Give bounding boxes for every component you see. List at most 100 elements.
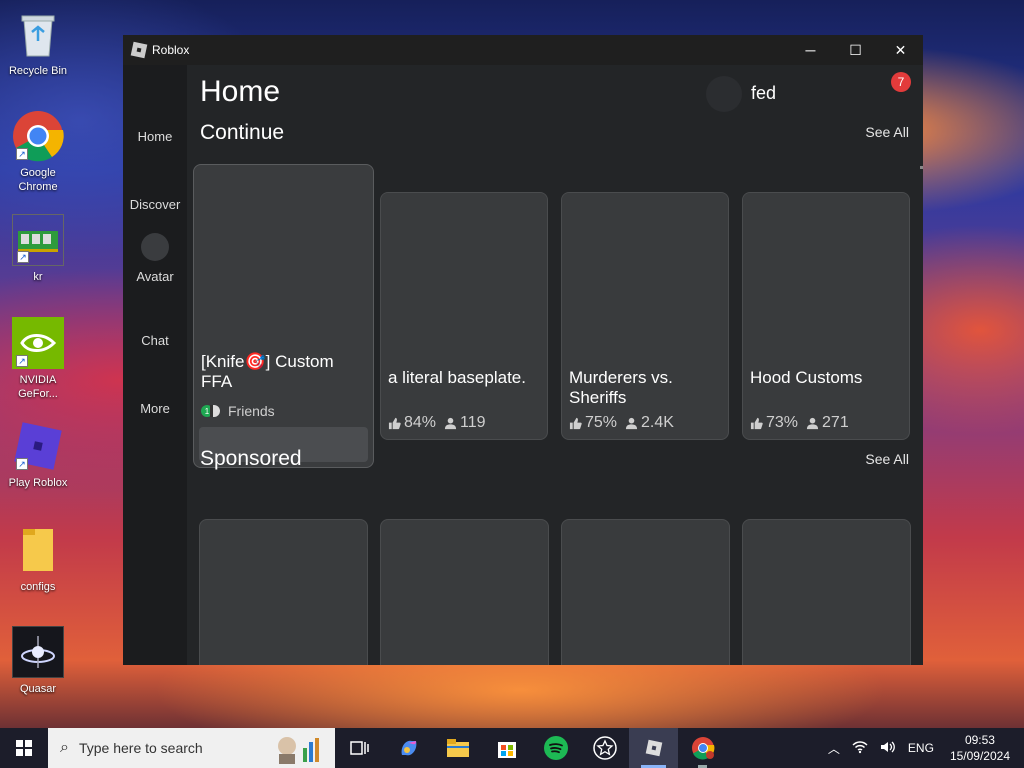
desktop-icon-label: kr [33,271,43,283]
game-card[interactable]: Hood Customs 73% 271 [742,192,910,440]
search-placeholder: Type here to search [78,740,203,756]
notification-badge[interactable]: 7 [891,72,911,92]
friends-label: Friends [228,403,275,419]
minimize-button[interactable]: ─ [788,35,833,65]
user-avatar[interactable] [706,76,742,112]
shortcut-arrow-icon: ↗ [16,355,28,367]
windows-logo-icon [16,740,32,756]
game-rating: 75% [585,414,618,431]
scrollbar[interactable] [920,166,923,169]
sponsored-card[interactable] [742,519,911,665]
taskbar: ⌕ Type here to search ︿ ENG 09:53 15/09/… [0,728,1024,768]
desktop-icon-label: NVIDIA GeFor... [18,374,58,400]
nvidia-icon: ↗ [12,317,64,369]
sidebar-item-home[interactable]: Home [123,129,187,144]
quasar-icon [12,626,64,678]
recycle-bin-icon [12,8,64,60]
see-all-continue-link[interactable]: See All [865,124,909,140]
roblox-icon [645,739,662,757]
sponsored-card[interactable] [199,519,368,665]
sponsored-card[interactable] [380,519,549,665]
desktop-icon-kr[interactable]: ↗ kr [4,214,72,284]
start-button[interactable] [0,728,48,768]
desktop-icon-label: Google Chrome [18,167,58,193]
clock[interactable]: 09:53 15/09/2024 [950,732,1010,764]
microsoft-store-button[interactable] [482,728,531,768]
window-title: Roblox [152,43,190,57]
game-card[interactable]: Murderers vs. Sheriffs 75% 2.4K [561,192,729,440]
sponsored-card[interactable] [561,519,730,665]
roblox-icon: ↗ [12,420,64,472]
favorites-app-button[interactable] [580,728,629,768]
chrome-icon [691,737,714,760]
game-stats: 75% 2.4K [569,414,674,432]
game-title: Murderers vs. Sheriffs [569,368,673,407]
game-player-count: 271 [822,414,849,431]
game-card-featured[interactable]: [Knife🎯] Custom FFA 1 Friends [193,164,374,468]
maximize-button[interactable]: ☐ [833,35,878,65]
store-icon [497,742,516,758]
page-title: Home [200,75,281,108]
desktop-icon-play-roblox[interactable]: ↗ Play Roblox [4,420,72,490]
sidebar-item-label: More [140,401,170,416]
spotify-button[interactable] [531,728,580,768]
roblox-app-icon [130,41,148,59]
game-player-count: 119 [460,414,486,431]
game-player-count: 2.4K [641,414,674,431]
shortcut-arrow-icon: ↗ [16,458,28,470]
chevron-up-icon[interactable]: ︿ [828,740,840,757]
spotify-icon [543,736,568,760]
copilot-button[interactable] [384,728,433,768]
sidebar-item-label: Avatar [136,269,174,284]
friends-indicator: 1 Friends [201,403,275,419]
game-stats: 84% 119 [388,414,486,432]
volume-icon[interactable] [880,740,896,757]
game-card[interactable]: a literal baseplate. 84% 119 [380,192,548,440]
see-all-sponsored-link[interactable]: See All [865,451,909,467]
section-title-sponsored: Sponsored [200,447,302,470]
chrome-icon: ↗ [12,110,64,162]
game-thumbnail [562,193,728,355]
task-view-button[interactable] [335,728,384,768]
close-button[interactable]: ✕ [878,35,923,65]
search-icon: ⌕ [60,739,69,756]
taskbar-search-box[interactable]: ⌕ Type here to search [48,728,335,768]
section-title-continue: Continue [200,121,285,144]
players-icon [806,417,819,429]
sidebar-item-discover[interactable]: Discover [123,197,187,212]
desktop-icon-google-chrome[interactable]: ↗ Google Chrome [4,110,72,194]
sidebar-item-label: Home [137,129,173,144]
sidebar-item-more[interactable]: More [123,401,187,416]
ram-module-icon: ↗ [12,214,64,266]
desktop-icon-quasar[interactable]: Quasar [4,626,72,696]
task-view-icon [349,741,369,755]
chrome-taskbar-button[interactable] [678,728,727,768]
sidebar-item-chat[interactable]: Chat [123,333,187,348]
roblox-window: Roblox ─ ☐ ✕ Home Discover Avatar Chat M… [123,35,923,665]
folder-icon [446,739,469,757]
username[interactable]: fed [751,83,776,104]
game-title: [Knife🎯] Custom FFA [201,352,334,391]
file-explorer-button[interactable] [433,728,482,768]
window-titlebar[interactable]: Roblox ─ ☐ ✕ [123,35,923,65]
sidebar-item-label: Chat [141,333,169,348]
game-title: a literal baseplate. [388,368,526,387]
sidebar: Home Discover Avatar Chat More [123,65,187,665]
desktop-icon-configs[interactable]: configs [4,524,72,594]
game-stats: 73% 271 [750,414,849,432]
desktop-icon-label: Quasar [19,683,57,695]
network-icon[interactable] [852,740,868,757]
roblox-taskbar-button[interactable] [629,728,678,768]
desktop-icon-nvidia[interactable]: ↗ NVIDIA GeFor... [4,317,72,401]
game-thumbnail [381,193,547,355]
desktop-icon-label: configs [20,581,56,593]
folder-icon [12,524,64,576]
copilot-icon [401,740,416,756]
language-indicator[interactable]: ENG [908,741,934,755]
desktop-icon-recycle-bin[interactable]: Recycle Bin [4,8,72,78]
players-icon [625,417,638,429]
thumbs-up-icon [388,417,401,429]
sidebar-item-avatar[interactable]: Avatar [123,233,187,284]
shortcut-arrow-icon: ↗ [16,148,28,160]
star-icon [592,736,617,760]
